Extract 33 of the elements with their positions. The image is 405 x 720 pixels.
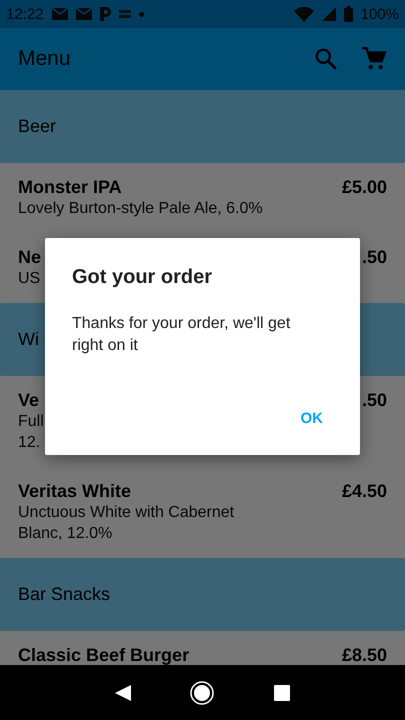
parking-icon — [100, 7, 111, 21]
item-price: .50 — [362, 247, 387, 269]
item-description: Unctuous White with Cabernet Blanc, 12.0% — [18, 503, 236, 544]
dialog-title: Got your order — [72, 266, 214, 289]
recents-icon[interactable] — [274, 684, 290, 700]
item-description: US — [18, 269, 40, 289]
item-name: Veritas White — [18, 481, 132, 502]
home-icon[interactable] — [190, 680, 214, 704]
category-header[interactable]: Bar Snacks — [0, 558, 405, 631]
item-name: Ve — [18, 390, 40, 411]
dialog-message: Thanks for your order, we'll get right on it — [72, 314, 292, 356]
app-title: Menu — [18, 47, 72, 71]
signal-icon — [322, 7, 336, 21]
item-price: .50 — [362, 390, 387, 412]
item-description: Lovely Burton-style Pale Ale, 6.0% — [18, 199, 263, 219]
mail-icon — [76, 8, 92, 20]
battery-icon — [344, 6, 353, 22]
item-price: £5.00 — [342, 177, 387, 199]
item-description: Full 12. — [18, 412, 44, 453]
item-name: Classic Beef Burger — [18, 645, 190, 665]
news-icon — [118, 10, 131, 18]
wifi-icon — [294, 6, 314, 22]
item-name: Ne — [18, 247, 42, 268]
battery-percent: 100% — [360, 6, 399, 22]
category-header[interactable]: Beer — [0, 90, 405, 163]
item-name: Monster IPA — [18, 177, 122, 198]
ok-button[interactable]: OK — [290, 402, 333, 435]
dot-icon — [138, 12, 144, 16]
time: 12:22 — [6, 6, 44, 22]
mail-icon — [52, 8, 68, 20]
item-price: £4.50 — [342, 481, 387, 503]
item-price: £8.50 — [342, 645, 387, 665]
back-icon[interactable] — [114, 684, 131, 700]
